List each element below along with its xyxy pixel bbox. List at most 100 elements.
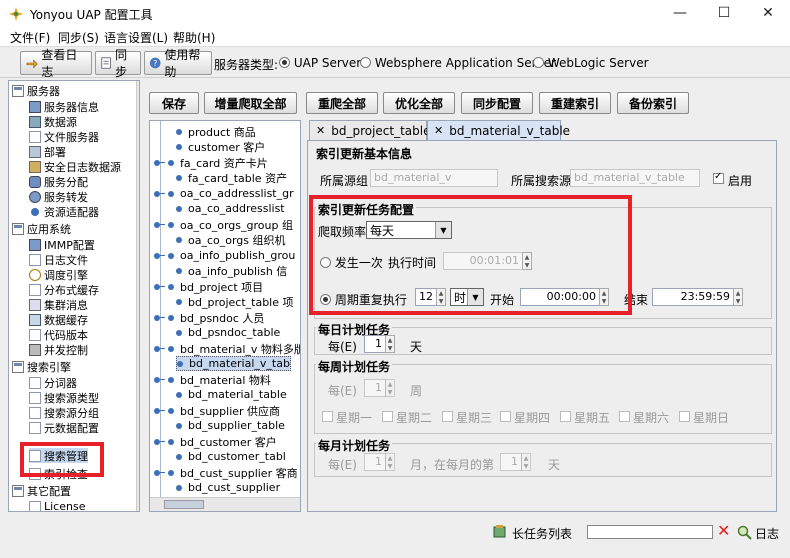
tree-item-service-forward[interactable]: 服务转发 bbox=[29, 189, 88, 204]
daily-every-field[interactable]: 1 bbox=[364, 335, 386, 353]
rebuild-index-button[interactable]: 重建索引 bbox=[539, 92, 611, 114]
source-group-node[interactable]: bd_cust_supplier 客商 bbox=[154, 465, 298, 480]
tree-item-deploy[interactable]: 部署 bbox=[29, 144, 66, 159]
weekly-every-field[interactable]: 1 bbox=[364, 379, 386, 397]
source-node[interactable]: bd_material_table bbox=[176, 387, 287, 402]
expand-toggle-icon[interactable] bbox=[154, 437, 165, 447]
expand-toggle-icon[interactable] bbox=[154, 344, 165, 354]
server-option-weblogic[interactable]: WebLogic Server bbox=[533, 56, 649, 70]
source-group-node[interactable]: bd_material_v 物料多版 bbox=[154, 341, 300, 356]
maximize-button[interactable]: ☐ bbox=[702, 0, 746, 26]
expand-toggle-icon[interactable] bbox=[154, 158, 165, 168]
expand-toggle-icon[interactable] bbox=[154, 189, 165, 199]
weekday-checkbox-sat[interactable] bbox=[619, 411, 630, 422]
weekday-checkbox-mon[interactable] bbox=[322, 411, 333, 422]
source-group-node[interactable]: fa_card 资产卡片 bbox=[154, 155, 268, 170]
tree-item-concurrency[interactable]: 并发控制 bbox=[29, 342, 88, 357]
menu-help[interactable]: 帮助(H) bbox=[173, 29, 215, 46]
help-button[interactable]: ? 使用帮助 bbox=[144, 48, 212, 79]
source-node[interactable]: product 商品 bbox=[176, 124, 256, 139]
source-group-node[interactable]: oa_co_addresslist_gr bbox=[154, 186, 294, 201]
monthly-day-spinner[interactable]: ▲ ▼ bbox=[521, 453, 531, 471]
tree-item-resource-adapter[interactable]: 资源适配器 bbox=[29, 204, 99, 219]
end-time-spinner[interactable]: ▲ ▼ bbox=[733, 288, 743, 306]
clear-tasks-icon[interactable]: ✕ bbox=[717, 521, 730, 540]
tree-item-datasource[interactable]: 数据源 bbox=[29, 114, 77, 129]
tree-item-server-info[interactable]: 服务器信息 bbox=[29, 99, 99, 114]
weekday-checkbox-tue[interactable] bbox=[382, 411, 393, 422]
expand-toggle-icon[interactable] bbox=[154, 282, 165, 292]
tree-group-app[interactable]: 应用系统 bbox=[12, 221, 71, 236]
tree-item-data-cache[interactable]: 数据缓存 bbox=[29, 312, 88, 327]
tree-item-metadata[interactable]: 元数据配置 bbox=[29, 420, 99, 435]
source-group-node[interactable]: bd_material 物料 bbox=[154, 372, 271, 387]
tree-item-search-source-type[interactable]: 搜索源类型 bbox=[29, 390, 99, 405]
mid-tree-hscrollbar[interactable] bbox=[150, 497, 300, 511]
tree-item-search-source-group[interactable]: 搜索源分组 bbox=[29, 405, 99, 420]
tree-item-code-version[interactable]: 代码版本 bbox=[29, 327, 88, 342]
end-time-field[interactable]: 23:59:59 bbox=[652, 288, 734, 306]
radio-uap[interactable] bbox=[279, 57, 290, 68]
source-field[interactable]: bd_material_v_table bbox=[570, 169, 700, 187]
view-log-button[interactable]: 查看日志 bbox=[20, 48, 92, 79]
tree-item-cluster-msg[interactable]: 集群消息 bbox=[29, 297, 88, 312]
weekday-checkbox-thu[interactable] bbox=[500, 411, 511, 422]
weekly-spinner[interactable]: ▲ ▼ bbox=[385, 379, 395, 397]
daily-spinner[interactable]: ▲ ▼ bbox=[385, 335, 395, 353]
source-node[interactable]: bd_project_table 项 bbox=[176, 294, 294, 309]
source-group-node[interactable]: bd_project 项目 bbox=[154, 279, 263, 294]
close-tab-icon[interactable]: ✕ bbox=[434, 124, 443, 137]
source-group-node[interactable]: bd_customer 客户 bbox=[154, 434, 277, 449]
optimize-all-button[interactable]: 优化全部 bbox=[383, 92, 455, 114]
tree-item-scheduler[interactable]: 调度引擎 bbox=[29, 267, 88, 282]
source-group-node[interactable]: bd_supplier 供应商 bbox=[154, 403, 280, 418]
backup-index-button[interactable]: 备份索引 bbox=[617, 92, 689, 114]
tree-item-security-log[interactable]: 安全日志数据源 bbox=[29, 159, 121, 174]
expand-toggle-icon[interactable] bbox=[154, 313, 165, 323]
tree-group-server[interactable]: 服务器 bbox=[12, 83, 60, 98]
radio-websphere[interactable] bbox=[360, 57, 371, 68]
tab-bd-material-v-table[interactable]: ✕ bd_material_v_table bbox=[427, 120, 570, 140]
expand-toggle-icon[interactable] bbox=[154, 375, 165, 385]
source-node[interactable]: oa_info_publish 信 bbox=[176, 263, 287, 278]
left-tree-scrollbar[interactable] bbox=[136, 81, 139, 511]
incremental-crawl-all-button[interactable]: 增量爬取全部 bbox=[204, 92, 297, 114]
source-node[interactable]: fa_card_table 资产 bbox=[176, 170, 287, 185]
menu-file[interactable]: 文件(F) bbox=[10, 29, 50, 46]
tree-item-license[interactable]: License bbox=[29, 499, 85, 511]
source-group-node[interactable]: oa_co_orgs_group 组 bbox=[154, 217, 293, 232]
tree-item-dist-cache[interactable]: 分布式缓存 bbox=[29, 282, 99, 297]
hscroll-thumb[interactable] bbox=[164, 500, 204, 509]
source-node[interactable]: oa_co_orgs 组织机 bbox=[176, 232, 286, 247]
menu-sync[interactable]: 同步(S) bbox=[58, 29, 99, 46]
expand-toggle-icon[interactable] bbox=[154, 251, 165, 261]
source-node[interactable]: oa_co_addresslist bbox=[176, 201, 285, 216]
source-node[interactable]: customer 客户 bbox=[176, 139, 265, 154]
tree-item-immp[interactable]: IMMP配置 bbox=[29, 237, 95, 252]
source-node[interactable]: bd_psndoc_table bbox=[176, 325, 280, 340]
source-node-selected[interactable]: bd_material_v_tab bbox=[176, 356, 291, 371]
group-field[interactable]: bd_material_v bbox=[370, 169, 498, 187]
source-group-node[interactable]: oa_info_publish_grou bbox=[154, 248, 295, 263]
save-button[interactable]: 保存 bbox=[149, 92, 199, 114]
tab-bd-project-table[interactable]: ✕ bd_project_table bbox=[309, 120, 431, 140]
recrawl-all-button[interactable]: 重爬全部 bbox=[306, 92, 378, 114]
source-group-node[interactable]: bd_psndoc 人员 bbox=[154, 310, 264, 325]
close-tab-icon[interactable]: ✕ bbox=[316, 124, 325, 137]
tree-group-other[interactable]: 其它配置 bbox=[12, 483, 71, 498]
sync-config-button[interactable]: 同步配置 bbox=[461, 92, 533, 114]
weekday-checkbox-wed[interactable] bbox=[442, 411, 453, 422]
long-task-list-button[interactable]: 长任务列表 bbox=[512, 525, 572, 542]
log-button[interactable]: 日志 bbox=[755, 525, 779, 542]
tree-item-file-server[interactable]: 文件服务器 bbox=[29, 129, 99, 144]
radio-weblogic[interactable] bbox=[533, 57, 544, 68]
tree-item-service-alloc[interactable]: 服务分配 bbox=[29, 174, 88, 189]
tree-item-log-file[interactable]: 日志文件 bbox=[29, 252, 88, 267]
tree-group-search[interactable]: 搜索引擎 bbox=[12, 359, 71, 374]
weekday-checkbox-fri[interactable] bbox=[560, 411, 571, 422]
weekday-checkbox-sun[interactable] bbox=[679, 411, 690, 422]
tree-item-tokenizer[interactable]: 分词器 bbox=[29, 375, 77, 390]
menu-language[interactable]: 语言设置(L) bbox=[104, 29, 168, 46]
monthly-day-field[interactable]: 1 bbox=[500, 453, 522, 471]
source-node[interactable]: bd_cust_supplier bbox=[176, 480, 280, 495]
